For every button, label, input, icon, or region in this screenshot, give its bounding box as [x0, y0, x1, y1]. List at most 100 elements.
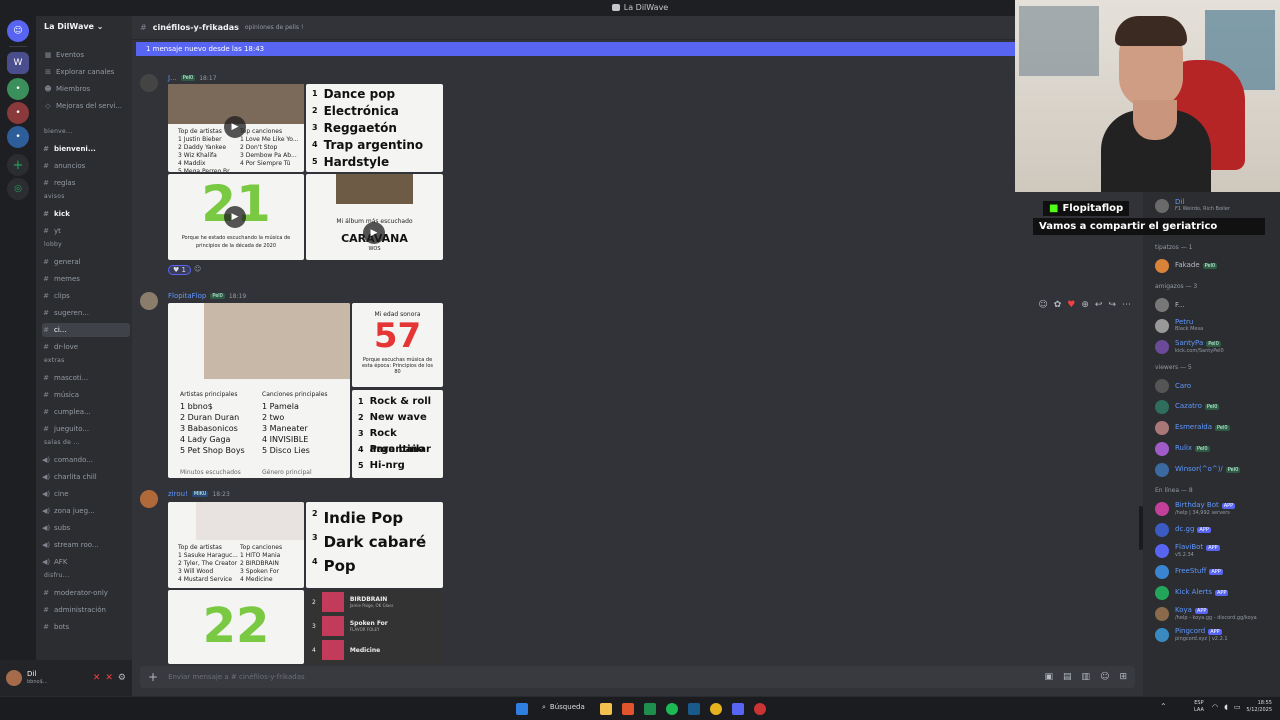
home-icon[interactable]: ☺ [7, 20, 29, 42]
channel-item[interactable]: ◀) stream roo... [42, 538, 99, 552]
channel-item[interactable]: ◀) AFK [42, 555, 67, 569]
avatar[interactable] [1155, 544, 1169, 558]
avatar[interactable] [140, 490, 158, 508]
channel-item[interactable]: # ci... [42, 323, 130, 337]
discord-taskbar-icon[interactable] [732, 703, 744, 715]
channel-item[interactable]: # sugeren... [42, 306, 89, 320]
settings-gear-icon[interactable]: ⚙ [118, 673, 126, 683]
channel-category[interactable]: extras [44, 357, 65, 364]
avatar[interactable] [1155, 442, 1169, 456]
member-item[interactable]: F... [1155, 297, 1185, 313]
avatar[interactable] [140, 74, 158, 92]
gif-icon[interactable]: ▤ [1063, 672, 1072, 682]
channel-item[interactable]: # clips [42, 289, 70, 303]
channel-item[interactable]: ◀) charlita chill [42, 470, 97, 484]
reply-icon[interactable]: ↩ [1095, 300, 1103, 310]
play-icon[interactable]: ▶ [224, 206, 246, 228]
channel-item[interactable]: # jueguito... [42, 422, 89, 436]
more-icon[interactable]: ⋯ [1122, 300, 1131, 310]
emoji-icon[interactable]: ☺ [1100, 672, 1109, 682]
member-item[interactable]: Pingcord APP pingcord.xyz | v2.2.1 [1155, 627, 1228, 643]
channel-item[interactable]: # dr-love [42, 340, 78, 354]
avatar[interactable] [1155, 628, 1169, 642]
channel-item[interactable]: ◀) zona jueg... [42, 504, 95, 518]
member-item[interactable]: Rulix Pel0 [1155, 441, 1210, 457]
member-item[interactable]: FlaviBot APP v5.2.34 [1155, 543, 1220, 559]
image-genres[interactable]: 1 Rock & roll 2 New wave 3 Rock argentino 4 Par… [352, 390, 443, 478]
gift-icon[interactable]: ▣ [1045, 672, 1054, 682]
explore-icon[interactable]: ◎ [7, 178, 29, 200]
channel-item[interactable]: # memes [42, 272, 80, 286]
message-composer[interactable]: + Enviar mensaje a # cinéfilos-y-frikada… [140, 666, 1135, 688]
heart-reaction[interactable]: ♥ 1 [168, 265, 191, 275]
member-item[interactable]: Winsor(^o^)/Pel0 [1155, 462, 1241, 478]
steam-icon[interactable] [688, 703, 700, 715]
server-icon-active[interactable]: W [7, 52, 29, 74]
avatar[interactable] [1155, 523, 1169, 537]
author-name[interactable]: FlopitaFlop [168, 292, 206, 300]
channel-item[interactable]: # general [42, 255, 81, 269]
avatar[interactable] [1155, 259, 1169, 273]
play-icon[interactable]: ▶ [224, 116, 246, 138]
deafen-icon[interactable]: ✕ [105, 673, 113, 683]
member-item[interactable]: Caro [1155, 378, 1191, 394]
avatar[interactable] [1155, 607, 1169, 621]
heart-icon[interactable]: ♥ [1067, 300, 1075, 310]
channel-item[interactable]: # reglas [42, 176, 75, 190]
image-music-wrapped[interactable]: Artistas principales Canciones principal… [168, 303, 350, 478]
avatar[interactable] [1155, 340, 1169, 354]
nav-browse[interactable]: ⊞ Explorar canales [44, 65, 114, 79]
attach-plus-icon[interactable]: + [148, 670, 158, 684]
avatar[interactable] [1155, 502, 1169, 516]
nav-boosts[interactable]: ◇ Mejoras del servi... [44, 99, 122, 113]
tray-icons[interactable]: ◠ ◖ ▭ [1212, 703, 1240, 711]
author-name[interactable]: J... [168, 74, 177, 82]
server-name[interactable]: La DilWave ⌄ [36, 16, 132, 40]
member-item[interactable]: Esmeralda Pel0 [1155, 420, 1230, 436]
avatar[interactable] [6, 670, 22, 686]
nav-events[interactable]: ▦ Eventos [44, 48, 84, 62]
image-age[interactable]: Mi edad sonora 57 Porque escuchas música… [352, 303, 443, 387]
avatar[interactable] [1155, 421, 1169, 435]
member-item[interactable]: Koya APP/help - koya.gg - discord.gg/koya [1155, 606, 1257, 622]
avatar[interactable] [1155, 565, 1169, 579]
image-top-tracks[interactable]: 2 BIRDBRAIN Jamie Paige, OK Glass 3 Spoken F… [306, 590, 443, 664]
channel-item[interactable]: ◀) comando... [42, 453, 93, 467]
channel-item[interactable]: # moderator-only [42, 586, 108, 600]
avatar[interactable] [1155, 400, 1169, 414]
channel-item[interactable]: # administración [42, 603, 106, 617]
emoji-icon[interactable]: ☺ [1038, 300, 1047, 310]
avatar[interactable] [1155, 319, 1169, 333]
channel-item[interactable]: # bots [42, 620, 69, 634]
channel-item[interactable]: # anuncios [42, 159, 85, 173]
image-top-genres[interactable]: 2 Indie Pop 3 Dark cabaré 4 Pop [306, 502, 443, 588]
mute-icon[interactable]: ✕ [93, 673, 101, 683]
taskbar-search[interactable]: ⌕ Búsqueda [542, 703, 585, 712]
reaction-icon[interactable]: ✿ [1054, 300, 1062, 310]
image-decade[interactable]: 22 [168, 590, 304, 664]
channel-category[interactable]: salas de ... [44, 439, 80, 446]
channel-item[interactable]: # mascoti... [42, 371, 88, 385]
brave-icon[interactable] [622, 703, 634, 715]
channel-category[interactable]: avisos [44, 193, 65, 200]
member-item[interactable]: Kick Alerts APP [1155, 585, 1229, 601]
image-top-artists[interactable]: Top de artistas Top canciones 1 Justin B… [168, 84, 304, 172]
channel-item[interactable]: # cumplea... [42, 405, 91, 419]
composer-input[interactable]: Enviar mensaje a # cinéfilos-y-frikadas [168, 673, 305, 681]
new-messages-banner[interactable]: 1 mensaje nuevo desde las 18:43 [136, 42, 1143, 56]
server-icon[interactable]: • [7, 78, 29, 100]
member-item[interactable]: SantyPa Pel0 kick.com/SantyPel0 [1155, 339, 1224, 355]
tray-chevron-icon[interactable]: ⌃ [1160, 702, 1167, 711]
image-top-artists[interactable]: Top de artistas Top canciones 1 Sasuke H… [168, 502, 304, 588]
forward-icon[interactable]: ↪ [1108, 300, 1116, 310]
member-item[interactable]: dc.gg APP [1155, 522, 1211, 538]
avatar[interactable] [1155, 298, 1169, 312]
avatar[interactable] [1155, 379, 1169, 393]
nav-members[interactable]: ☻ Miembros [44, 82, 90, 96]
channel-item[interactable]: ◀) cine [42, 487, 69, 501]
channel-item[interactable]: ◀) subs [42, 521, 70, 535]
add-server-icon[interactable]: + [7, 154, 29, 176]
channel-category[interactable]: disfru... [44, 572, 69, 579]
image-top-album[interactable]: Mi álbum más escuchado CARAVANA WOS ▶ [306, 174, 443, 260]
play-icon[interactable]: ▶ [363, 222, 385, 244]
